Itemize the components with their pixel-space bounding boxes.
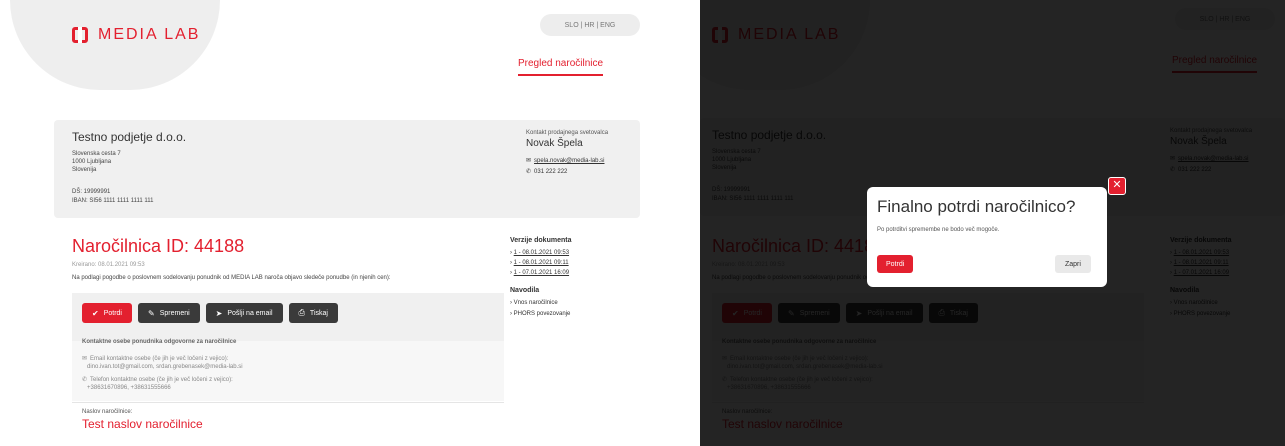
version-item[interactable]: › 1 - 08.01.2021 09:11 [510, 258, 569, 268]
check-icon: ✔ [92, 308, 99, 318]
confirm-button[interactable]: ✔ Potrdi [82, 303, 132, 323]
order-page-normal: MEDIA LAB SLO | HR | ENG Pregled naročil… [0, 0, 642, 446]
edit-icon: ✎ [148, 308, 155, 318]
heading-value: Test naslov naročilnice [82, 417, 203, 431]
modal-confirm-button[interactable]: Potrdi [877, 255, 914, 273]
header-decoration [10, 0, 220, 90]
contact-email: spela.novak@media-lab.si [534, 158, 605, 164]
company-card: Testno podjetje d.o.o. Slovenska cesta 7… [54, 120, 640, 218]
versions-list: › 1 - 08.01.2021 09:53 › 1 - 08.01.2021 … [510, 248, 569, 278]
contact-title: Kontakt prodajnega svetovalca [526, 130, 609, 136]
contact-phone-block: ✆Telefon kontaktne osebe (če jih je več … [82, 377, 233, 391]
print-button[interactable]: ⎙ Tiskaj [288, 303, 338, 323]
contact-phone: ✆031 222 222 [526, 168, 567, 175]
instruction-item[interactable]: › PHORS povezovanje [510, 309, 570, 320]
modal-title: Finalno potrdi naročilnico? [877, 197, 1076, 216]
modal-description: Po potrditvi spremembe ne bodo več mogoč… [877, 227, 1000, 233]
confirm-modal: Finalno potrdi naročilnico? Po potrditvi… [867, 187, 1107, 287]
heading-label: Naslov naročilnice: [82, 409, 133, 415]
edit-button[interactable]: ✎ Spremeni [138, 303, 200, 323]
contacts-panel [72, 341, 504, 401]
divider [72, 402, 504, 403]
versions-title: Verzije dokumenta [510, 237, 572, 244]
close-icon[interactable]: ✕ [1108, 177, 1126, 195]
envelope-icon: ✉ [82, 356, 88, 362]
company-name: Testno podjetje d.o.o. [72, 130, 187, 144]
logo-mark-icon [72, 27, 88, 43]
envelope-icon: ✉ [526, 158, 532, 164]
version-item[interactable]: › 1 - 07.01.2021 16:09 [510, 268, 569, 278]
version-item[interactable]: › 1 - 08.01.2021 09:53 [510, 248, 569, 258]
media-lab-logo[interactable]: MEDIA LAB [72, 26, 200, 44]
modal-close-button[interactable]: Zapri [1055, 255, 1091, 273]
contact-email-block: ✉Email kontaktne osebe (če jih je več lo… [82, 356, 243, 370]
paper-plane-icon: ➤ [215, 308, 223, 318]
company-tax-info: DŠ: 19999991 IBAN: SI56 1111 1111 1111 1… [72, 189, 154, 204]
order-page-with-modal: MEDIA LAB SLO | HR | ENG Pregled naročil… [700, 0, 1285, 446]
page-title: Naročilnica ID: 44188 [72, 236, 245, 256]
instructions-list: › Vnos naročilnice › PHORS povezovanje [510, 298, 570, 320]
contact-name: Novak Špela [526, 138, 583, 149]
instructions-title: Navodila [510, 287, 540, 294]
instruction-item[interactable]: › Vnos naročilnice [510, 298, 570, 309]
company-address: Slovenska cesta 7 1000 Ljubljana Sloveni… [72, 151, 121, 173]
contact-email-link[interactable]: ✉spela.novak@media-lab.si [526, 157, 605, 164]
language-switch[interactable]: SLO | HR | ENG [540, 14, 640, 36]
contacts-title: Kontaktne osebe ponudnika odgovorne za n… [82, 339, 237, 345]
phone-icon: ✆ [526, 169, 532, 175]
intro-text: Na podlagi pogodbe o poslovnem sodelovan… [72, 275, 391, 281]
contact-phone-value: 031 222 222 [534, 169, 568, 175]
toolbar: ✔Potrdi ✎Spremeni ➤Pošlji na email ⎙Tisk… [82, 303, 338, 323]
send-email-button[interactable]: ➤ Pošlji na email [205, 303, 283, 323]
phone-icon: ✆ [82, 377, 88, 383]
print-icon: ⎙ [298, 308, 305, 317]
created-date: Kreirano: 08.01.2021 09:53 [72, 262, 145, 268]
tab-pregled-narocilnice[interactable]: Pregled naročilnice [518, 58, 604, 76]
logo-text: MEDIA LAB [98, 26, 201, 43]
